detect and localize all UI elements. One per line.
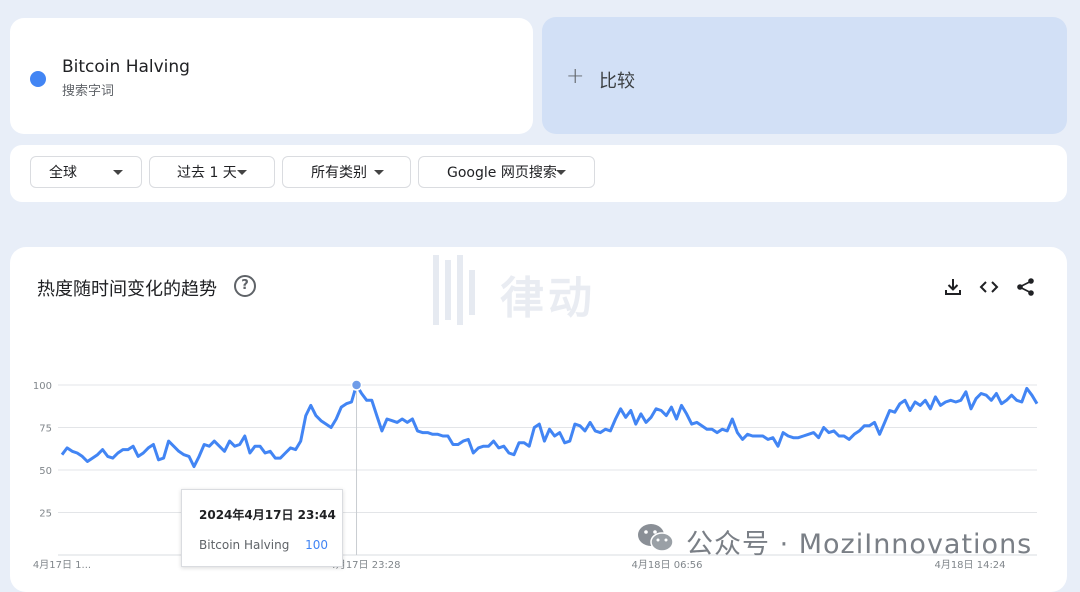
y-tick-label: 50 <box>39 466 52 477</box>
tooltip-series-name: Bitcoin Halving <box>199 538 290 552</box>
line-chart[interactable]: 2550751004月17日 1... 4月17日 23:28 4月18日 06:5… <box>0 0 1080 582</box>
source-watermark-text: 公众号 · MoziInnovations <box>686 529 1033 560</box>
y-tick-label: 75 <box>39 424 52 435</box>
series-line-bitcoin-halving <box>60 383 1039 469</box>
x-tick-label: 4月17日 1... <box>33 559 91 571</box>
chart-tooltip: 2024年4月17日 23:44 Bitcoin Halving 100 <box>181 489 343 567</box>
tooltip-time: 2024年4月17日 23:44 <box>199 508 336 522</box>
tooltip-value: 100 <box>305 538 328 552</box>
y-tick-label: 25 <box>39 509 52 520</box>
wechat-icon <box>638 524 674 552</box>
highlight-point <box>350 379 363 391</box>
y-tick-label: 100 <box>33 381 52 392</box>
